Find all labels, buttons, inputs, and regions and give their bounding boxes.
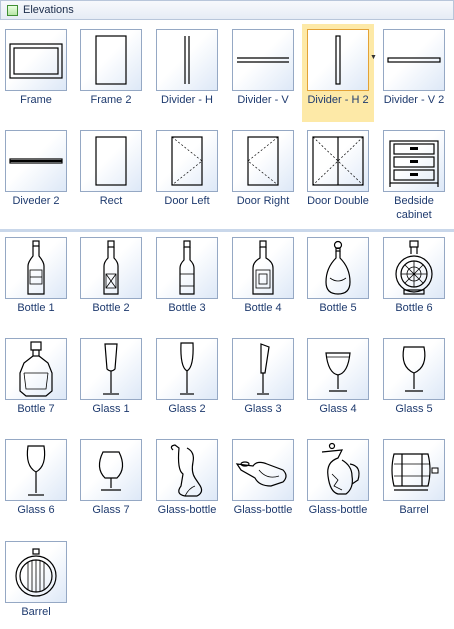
bottle-1-icon: [27, 240, 45, 295]
shape-label: Bottle 5: [319, 302, 357, 314]
shape-bottle-1[interactable]: Bottle 1: [0, 232, 72, 330]
divider-v-2-icon: [387, 57, 441, 63]
elevations-titlebar[interactable]: Elevations: [0, 0, 454, 20]
shape-label: Door Left: [164, 195, 210, 207]
shape-label: Glass-bottle: [233, 504, 293, 516]
shape-frame-2[interactable]: Frame 2: [75, 24, 147, 122]
shape-label: Bedside cabinet: [394, 195, 434, 221]
shape-divider-v[interactable]: Divider - V: [227, 24, 299, 122]
shape-label: Bottle 7: [17, 403, 55, 415]
shape-rect[interactable]: Rect: [75, 125, 147, 223]
shape-glass-5[interactable]: Glass 5: [378, 333, 450, 431]
glass-bottle-3-icon: [321, 442, 360, 495]
door-right-icon: [247, 136, 279, 186]
diveder-2-icon: [9, 158, 63, 164]
rect-icon: [95, 136, 127, 186]
shape-label: Frame 2: [90, 94, 132, 106]
glass-7-icon: [98, 451, 124, 491]
shape-label: Glass-bottle: [157, 504, 217, 516]
shape-label: Door Right: [236, 195, 290, 207]
shape-label: Divider - V: [237, 94, 289, 106]
panel-title: Elevations: [23, 4, 74, 16]
shape-door-right[interactable]: Door Right: [227, 125, 299, 223]
glass-bottle-2-icon: [235, 461, 287, 487]
bottle-7-icon: [19, 341, 53, 397]
shape-glass-bottle-1[interactable]: Glass-bottle: [151, 434, 223, 532]
frame-2-icon: [95, 35, 127, 85]
shape-label: Bottle 2: [92, 302, 130, 314]
shape-bottle-7[interactable]: Bottle 7: [0, 333, 72, 431]
shape-label: Bottle 3: [168, 302, 206, 314]
shape-bottle-3[interactable]: Bottle 3: [151, 232, 223, 330]
shape-glass-7[interactable]: Glass 7: [75, 434, 147, 532]
shape-label: Glass-bottle: [308, 504, 368, 516]
shape-label: Glass 1: [92, 403, 130, 415]
elevations-panel: Elevations Frame Frame 2 Divider - H Div…: [0, 0, 454, 229]
shape-glass-bottle-2[interactable]: Glass-bottle: [227, 434, 299, 532]
bottle-5-icon: [325, 240, 351, 295]
divider-v-icon: [237, 57, 289, 63]
shape-label: Bottle 4: [244, 302, 282, 314]
shape-label: Divider - H 2: [307, 94, 369, 106]
shape-glass-2[interactable]: Glass 2: [151, 333, 223, 431]
divider-h-2-icon: [335, 35, 341, 85]
shape-label: Barrel: [399, 504, 429, 516]
shape-barrel-2[interactable]: Barrel: [0, 536, 72, 629]
shape-label: Diveder 2: [12, 195, 60, 207]
shape-bottle-4[interactable]: Bottle 4: [227, 232, 299, 330]
shape-bottle-2[interactable]: Bottle 2: [75, 232, 147, 330]
shape-frame[interactable]: Frame: [0, 24, 72, 122]
shape-label: Barrel: [21, 606, 51, 618]
glass-5-icon: [402, 346, 426, 392]
shape-glass-3[interactable]: Glass 3: [227, 333, 299, 431]
bottle-2-icon: [103, 240, 119, 295]
shape-label: Glass 3: [244, 403, 282, 415]
frame-icon: [9, 43, 63, 79]
shape-label: Door Double: [307, 195, 369, 207]
shape-bottle-6[interactable]: Bottle 6: [378, 232, 450, 330]
shape-diveder-2[interactable]: Diveder 2: [0, 125, 72, 223]
bottle-3-icon: [179, 240, 195, 295]
shape-divider-h[interactable]: Divider - H: [151, 24, 223, 122]
shape-label: Bottle 1: [17, 302, 55, 314]
category-icon: [7, 5, 18, 16]
shape-barrel-1[interactable]: Barrel: [378, 434, 450, 532]
shape-label: Glass 5: [395, 403, 433, 415]
shape-label: Divider - V 2: [383, 94, 445, 106]
door-left-icon: [171, 136, 203, 186]
shape-bedside-cabinet[interactable]: Bedside cabinet: [378, 125, 450, 223]
shape-label: Glass 2: [168, 403, 206, 415]
divider-h-icon: [184, 36, 190, 84]
shape-label: Glass 6: [17, 504, 55, 516]
barrel-1-icon: [391, 453, 439, 491]
bottle-6-icon: [395, 240, 433, 295]
shape-label: Rect: [99, 195, 123, 207]
shape-glass-4[interactable]: Glass 4: [302, 333, 374, 431]
dropdown-arrow-icon[interactable]: ▼: [370, 54, 377, 61]
shape-label: Glass 7: [92, 504, 130, 516]
shape-door-left[interactable]: Door Left: [151, 125, 223, 223]
door-double-icon: [312, 136, 364, 186]
shape-label: Frame: [20, 94, 52, 106]
bottles-panel: Bottle 1 Bottle 2 Bottle 3 Bottle 4 Bott…: [0, 232, 454, 629]
shape-bottle-5[interactable]: Bottle 5: [302, 232, 374, 330]
shape-label: Glass 4: [319, 403, 357, 415]
glass-bottle-1-icon: [170, 444, 203, 497]
shape-glass-bottle-3[interactable]: Glass-bottle: [302, 434, 374, 532]
shape-glass-1[interactable]: Glass 1: [75, 333, 147, 431]
glass-6-icon: [26, 445, 46, 496]
shape-divider-h-2[interactable]: ▼ Divider - H 2: [302, 24, 377, 122]
barrel-2-icon: [15, 548, 57, 597]
shape-divider-v-2[interactable]: Divider - V 2: [378, 24, 450, 122]
glass-3-icon: [257, 343, 270, 395]
bedside-cabinet-icon: [389, 140, 439, 187]
bottle-4-icon: [252, 240, 274, 295]
shape-door-double[interactable]: Door Double: [302, 125, 374, 223]
glass-1-icon: [103, 343, 119, 395]
shape-glass-6[interactable]: Glass 6: [0, 434, 72, 532]
glass-4-icon: [325, 352, 351, 392]
shape-label: Divider - H: [161, 94, 213, 106]
shape-label: Bottle 6: [395, 302, 433, 314]
glass-2-icon: [180, 342, 194, 395]
